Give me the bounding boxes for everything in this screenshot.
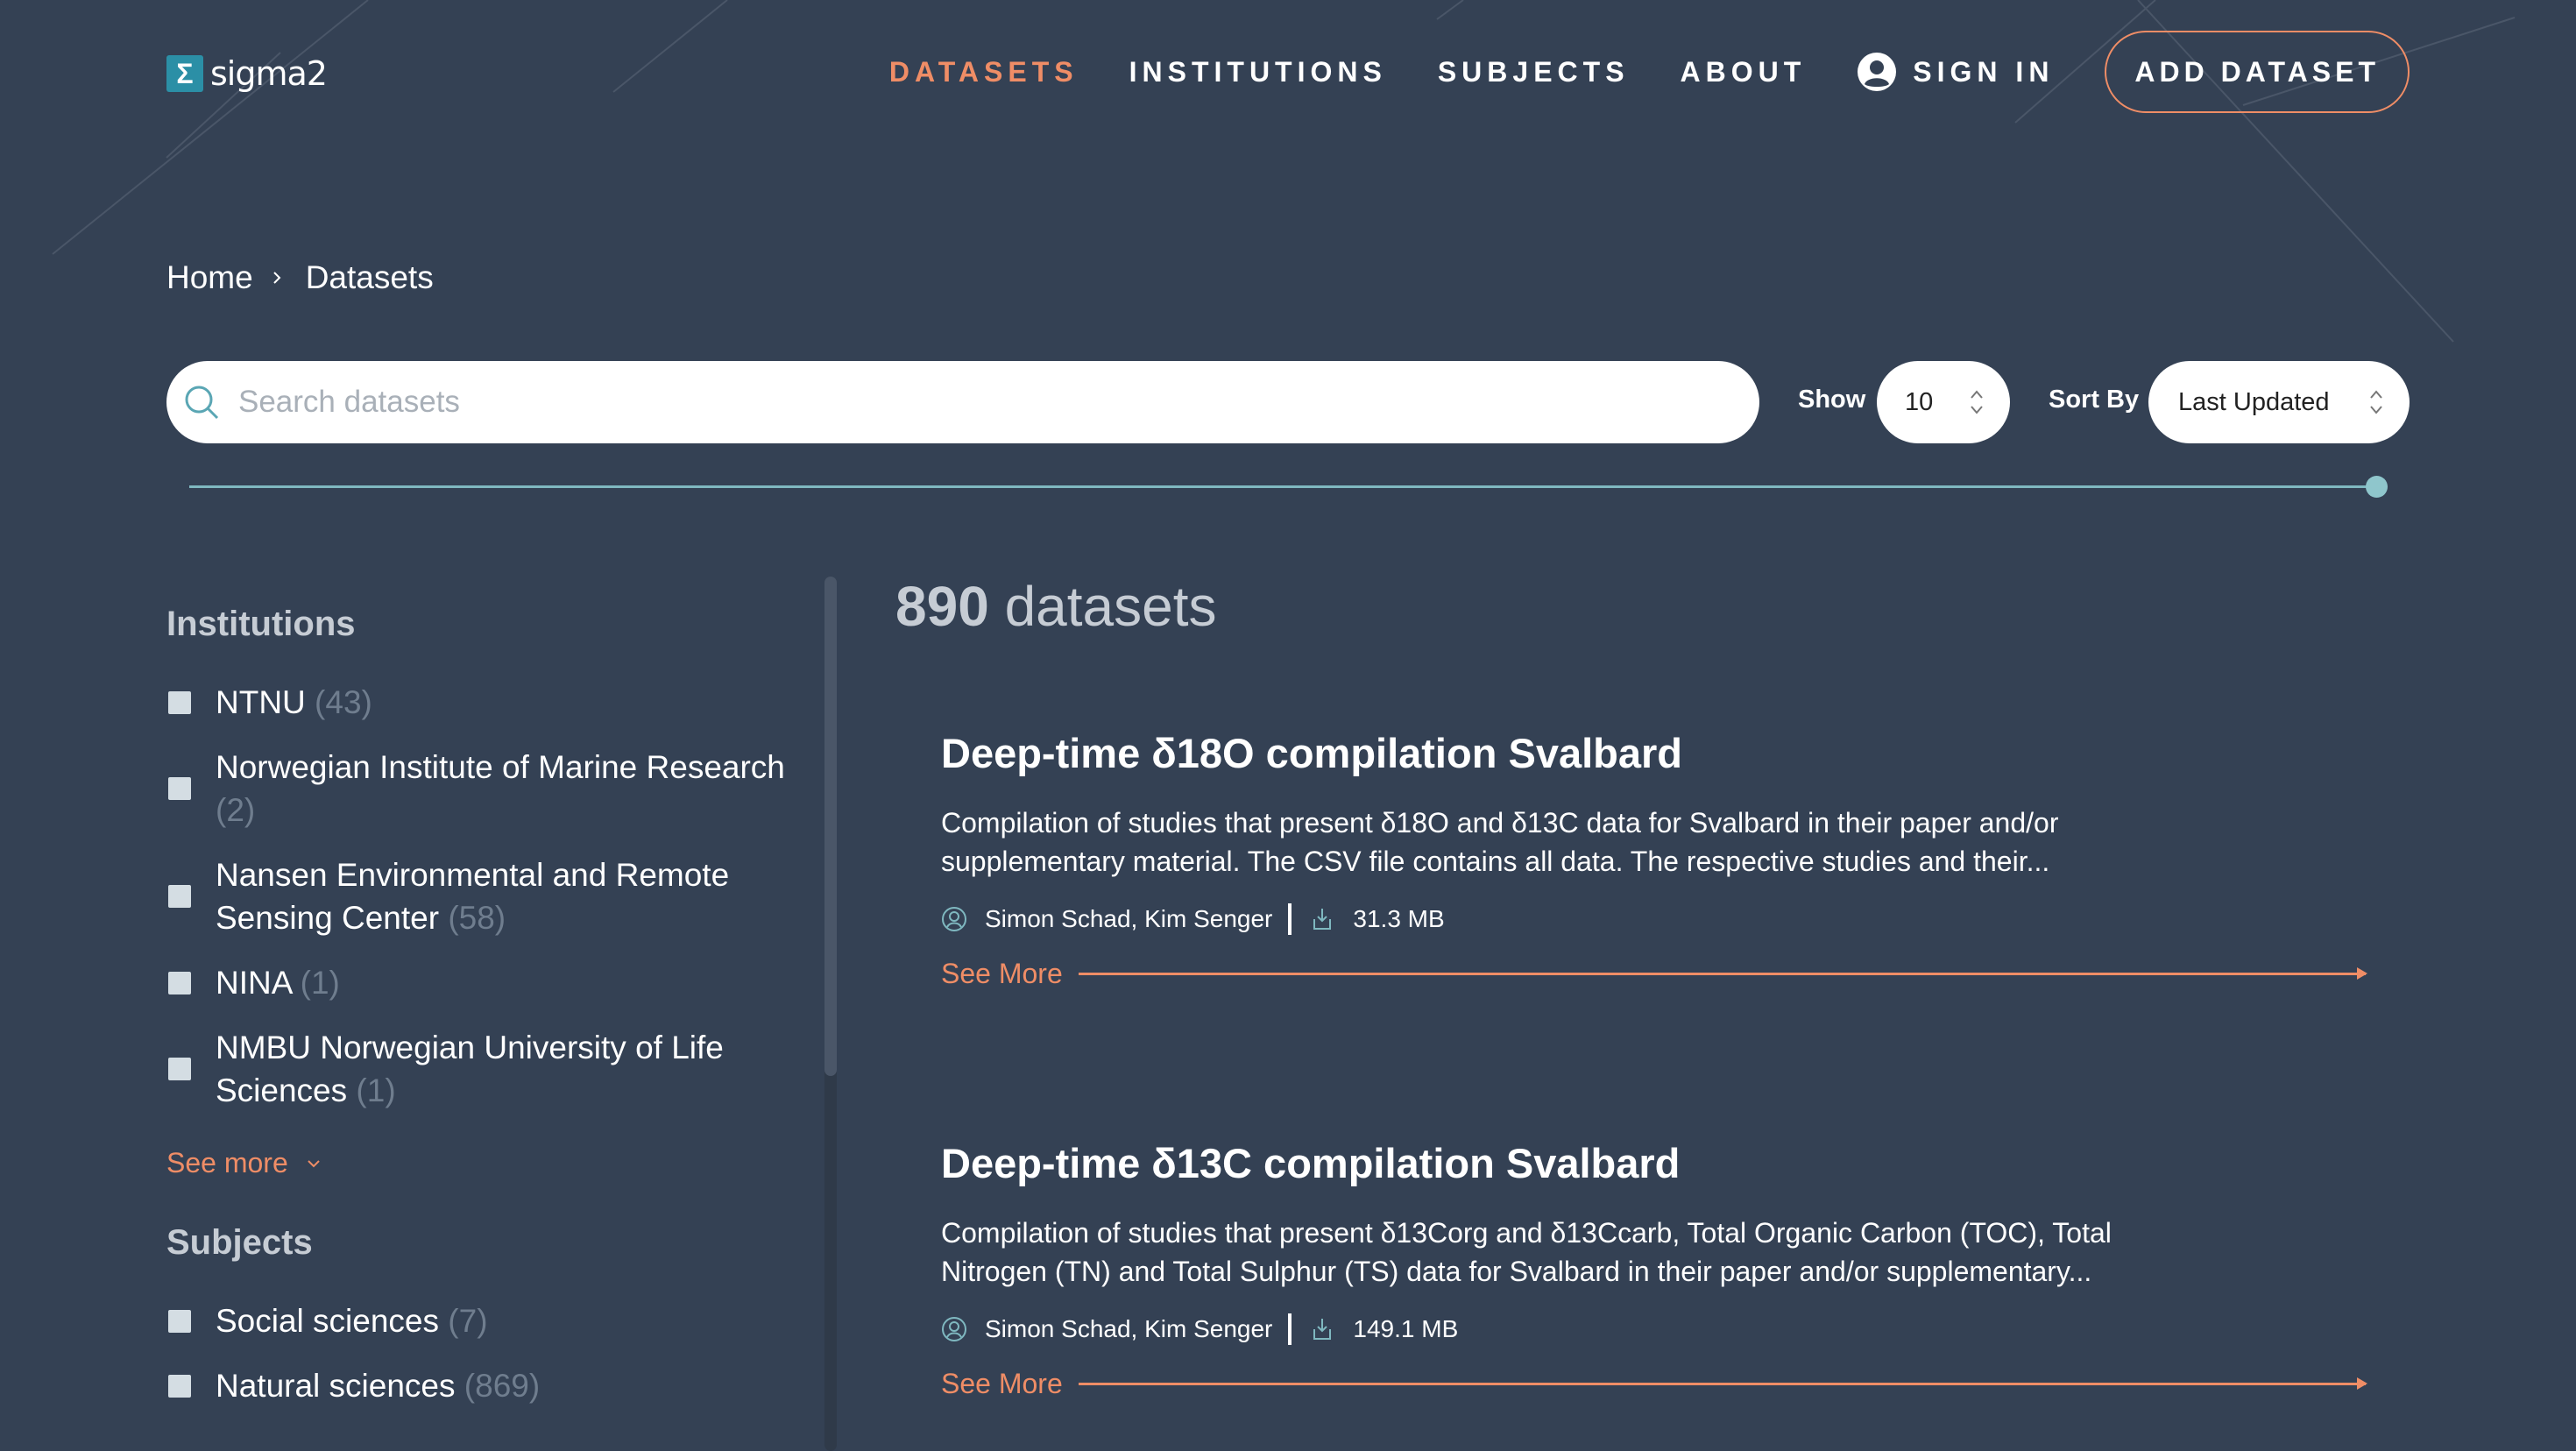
filter-label: Natural sciences [216,1368,456,1404]
dataset-title[interactable]: Deep-time δ18O compilation Svalbard [941,729,2366,777]
show-label: Show [1798,386,1866,414]
filter-label: NINA [216,965,292,1001]
search-icon [185,386,219,420]
dataset-meta: Simon Schad, Kim Senger 31.3 MB [941,903,2366,935]
dataset-size: 149.1 MB [1353,1315,1459,1342]
dataset-card: Deep-time δ13C compilation Svalbard Comp… [941,1139,2368,1400]
checkbox[interactable] [168,1310,191,1333]
meta-divider [1288,1313,1292,1345]
see-more-link[interactable]: See More [941,1368,1063,1400]
filter-count: (43) [315,684,372,720]
institutions-title: Institutions [166,605,356,643]
dataset-description: Compilation of studies that present δ18O… [941,807,2059,877]
meta-divider [1288,903,1292,935]
filter-count: (869) [464,1368,541,1404]
filter-count: (7) [448,1303,488,1339]
dataset-meta: Simon Schad, Kim Senger 149.1 MB [941,1313,2366,1345]
download-icon [1313,1319,1332,1340]
user-circle-icon [942,1317,966,1341]
nav-sign-in[interactable]: SIGN IN [1857,52,2054,92]
filter-item[interactable]: NMBU Norwegian University of Life Scienc… [166,1026,797,1112]
filter-item[interactable]: NINA (1) [166,961,797,1004]
chevron-right-icon [272,272,281,284]
add-dataset-button[interactable]: ADD DATASET [2105,31,2410,113]
dataset-authors: Simon Schad, Kim Senger [985,905,1273,932]
user-circle-icon [1858,53,1897,91]
dataset-size: 31.3 MB [1353,905,1445,932]
filter-label: Social sciences [216,1303,440,1339]
top-navigation: Σ sigma2 DATASETS INSTITUTIONS SUBJECTS … [0,0,2576,145]
see-more-institutions[interactable]: See more [166,1147,797,1179]
checkbox[interactable] [168,1058,191,1080]
download-icon [1313,909,1332,930]
filter-count: (1) [300,965,340,1001]
nav-subjects[interactable]: SUBJECTS [1438,56,1630,88]
sort-select[interactable]: Last Updated [2148,361,2410,443]
chevron-down-icon [308,1159,320,1167]
filter-label: NMBU Norwegian University of Life Scienc… [216,1030,724,1108]
filter-item[interactable]: Nansen Environmental and Remote Sensing … [166,853,797,939]
show-value: 10 [1905,387,1934,416]
breadcrumb: Home Datasets [166,259,434,296]
results-number: 890 [895,575,989,638]
results-unit: datasets [1004,575,1217,638]
nav-institutions[interactable]: INSTITUTIONS [1129,56,1387,88]
arrow-right-icon [1078,967,2368,980]
show-select[interactable]: 10 [1877,361,2010,443]
brand-name: sigma2 [210,54,328,93]
checkbox[interactable] [168,777,191,800]
breadcrumb-home[interactable]: Home [166,259,253,296]
sign-in-label: SIGN IN [1913,55,2055,88]
dataset-title[interactable]: Deep-time δ13C compilation Svalbard [941,1139,2366,1187]
dataset-card: Deep-time δ18O compilation Svalbard Comp… [941,729,2368,990]
filter-count: (58) [448,900,506,936]
range-slider-track[interactable] [189,485,2376,488]
filter-label: Norwegian Institute of Marine Research [216,749,785,785]
nav-datasets[interactable]: DATASETS [889,56,1079,88]
see-more-row: See More [941,958,2368,990]
see-more-label: See more [166,1147,288,1178]
checkbox[interactable] [168,885,191,908]
filter-item[interactable]: Natural sciences (869) [166,1364,797,1407]
breadcrumb-current: Datasets [305,259,434,295]
filter-item[interactable]: Norwegian Institute of Marine Research (… [166,746,797,832]
main-nav: DATASETS INSTITUTIONS SUBJECTS ABOUT SIG… [839,29,2410,115]
sigma-logo-icon: Σ [166,55,203,92]
sort-value: Last Updated [2178,387,2330,416]
user-circle-icon [942,907,966,931]
sidebar-scrollbar-thumb[interactable] [824,577,837,1076]
sort-arrows-icon [2370,390,2382,414]
subjects-title: Subjects [166,1223,313,1262]
filter-item[interactable]: NTNU (43) [166,681,797,724]
checkbox[interactable] [168,972,191,994]
dataset-authors: Simon Schad, Kim Senger [985,1315,1273,1342]
filter-label: NTNU [216,684,306,720]
results-count: 890 datasets [895,574,1217,639]
dataset-description: Compilation of studies that present δ13C… [941,1217,2112,1287]
subjects-list: Social sciences (7) Natural sciences (86… [166,1299,797,1407]
see-more-link[interactable]: See More [941,958,1063,990]
filter-item[interactable]: Social sciences (7) [166,1299,797,1342]
filter-count: (1) [356,1072,396,1108]
see-more-row: See More [941,1368,2368,1400]
checkbox[interactable] [168,1375,191,1398]
sort-arrows-icon [1971,390,1983,414]
sort-label: Sort By [2049,386,2140,414]
sigma2-logo[interactable]: Σ sigma2 [166,54,328,93]
filter-sidebar: Institutions NTNU (43) Norwegian Institu… [166,605,797,1407]
range-slider-handle[interactable] [2366,476,2388,498]
search-input[interactable] [237,384,1730,421]
nav-about[interactable]: ABOUT [1681,56,1807,88]
arrow-right-icon [1078,1377,2368,1390]
institutions-list: NTNU (43) Norwegian Institute of Marine … [166,681,797,1112]
search-bar [166,361,1759,443]
filter-count: (2) [216,792,256,828]
checkbox[interactable] [168,691,191,714]
